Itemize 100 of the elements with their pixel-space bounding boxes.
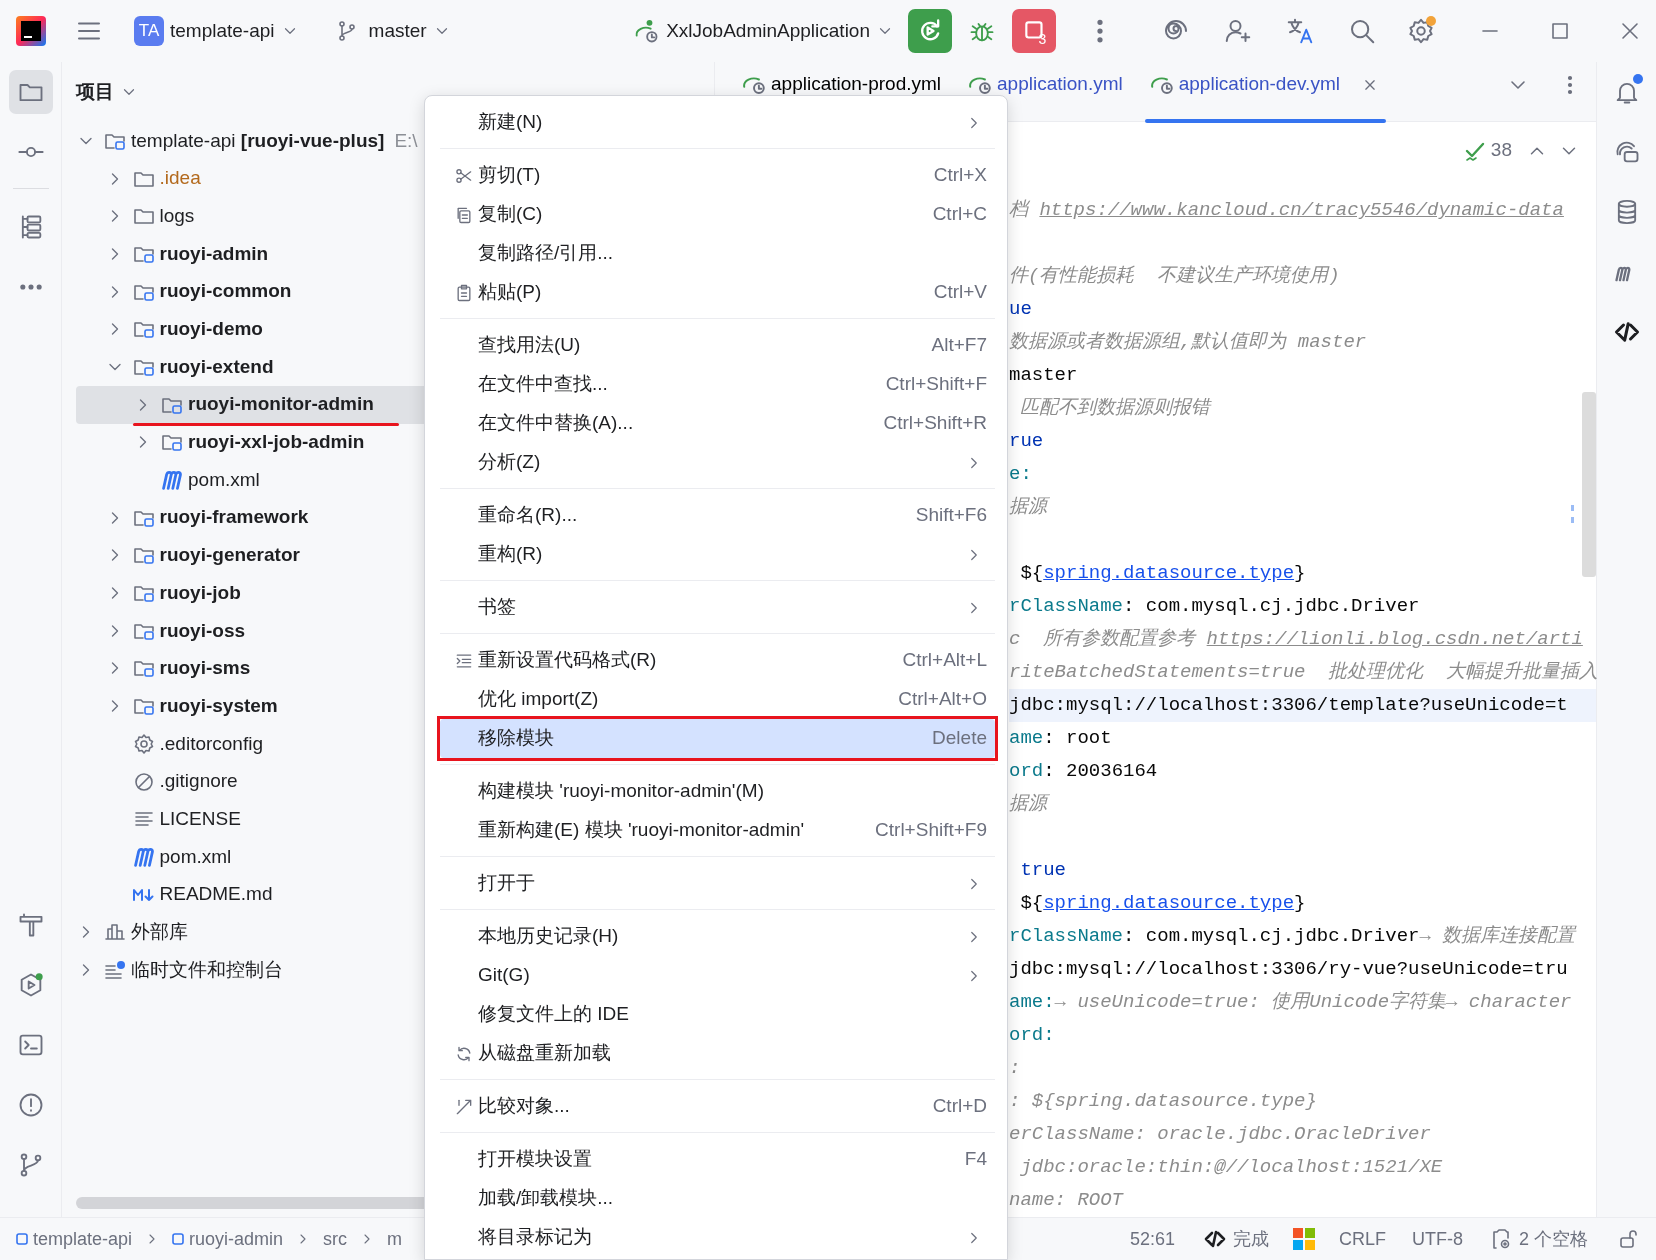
menu-item[interactable]: 修复文件上的 IDE	[440, 995, 995, 1034]
line-ending[interactable]: CRLF	[1334, 1225, 1390, 1253]
project-selector[interactable]: TA template-api	[126, 10, 307, 52]
menu-item[interactable]: 分析(Z)	[440, 443, 995, 482]
indent-setting[interactable]: 2 个空格	[1485, 1225, 1592, 1253]
code-key: ord:	[1009, 1021, 1055, 1050]
maven-icon	[133, 846, 154, 867]
code-key: rClassName	[1009, 592, 1124, 621]
code-text: : 20036164	[1043, 759, 1158, 785]
code-key: rClassName	[1009, 922, 1124, 951]
tree-item-label: logs	[159, 203, 195, 228]
shortcut-text: Ctrl+C	[932, 202, 987, 227]
menu-item[interactable]: 粘贴(P) Ctrl+V	[440, 273, 995, 312]
rerun-button[interactable]	[908, 9, 952, 53]
settings-icon[interactable]	[1406, 16, 1436, 46]
tree-item-label: README.md	[159, 882, 273, 907]
menu-item[interactable]: 书签	[440, 588, 995, 627]
code-key: e:	[1009, 460, 1032, 489]
shortcut-text: Ctrl+Shift+F	[885, 372, 987, 397]
code-text: }	[1294, 561, 1306, 587]
code-comment: → useUnicode=true: 使用Unicode字符集→ character	[1054, 990, 1572, 1016]
tree-item-label: 临时文件和控制台	[131, 957, 283, 982]
tree-item-label: 外部库	[131, 920, 188, 945]
menu-item[interactable]: 打开模块设置 F4	[440, 1140, 995, 1179]
menu-item[interactable]: 将目录标记为	[440, 1218, 995, 1257]
file-encoding[interactable]: UTF-8	[1408, 1225, 1467, 1253]
code-comment: 档	[1009, 198, 1031, 224]
code-text: : root	[1043, 726, 1112, 752]
run-configuration-selector[interactable]: XxlJobAdminApplication	[624, 10, 902, 52]
tree-item-label: ruoyi-monitor-admin	[188, 392, 374, 417]
tree-item-label: template-api [ruoyi-vue-plus]	[131, 128, 385, 153]
menu-item[interactable]: 优化 import(Z) Ctrl+Alt+O	[440, 680, 995, 719]
menu-item[interactable]: 加载/卸载模块...	[440, 1179, 995, 1218]
tree-item-label: ruoyi-job	[159, 580, 241, 605]
menu-item[interactable]: 从磁盘重新加载	[440, 1034, 995, 1073]
code-text: master	[1009, 363, 1078, 389]
tree-item-label: ruoyi-generator	[159, 543, 300, 568]
menu-item[interactable]: 重命名(R)... Shift+F6	[440, 496, 995, 535]
module-icon	[16, 1233, 28, 1245]
shortcut-text: Delete	[932, 726, 987, 751]
ai-status[interactable]: 完成	[1198, 1225, 1273, 1253]
code-key: ame	[1009, 724, 1044, 753]
menu-item[interactable]: 构建模块 'ruoyi-monitor-admin'(M)	[440, 772, 995, 811]
breadcrumb[interactable]: ruoyi-admin	[172, 1225, 284, 1253]
code-key: ord	[1009, 757, 1044, 786]
shortcut-text: Ctrl+X	[933, 163, 987, 188]
menu-item[interactable]: 打开于	[440, 864, 995, 903]
tree-item-label: pom.xml	[159, 844, 232, 869]
code-comment: → 数据库连接配置	[1419, 924, 1576, 950]
menu-item[interactable]: 重构(R)	[440, 535, 995, 574]
menu-item[interactable]: 重新构建(E) 模块 'ruoyi-monitor-admin' Ctrl+Shift+F9	[440, 811, 995, 850]
menu-item[interactable]: 复制路径/引用...	[440, 234, 995, 273]
shortcut-text: Ctrl+V	[933, 280, 987, 305]
code-reference[interactable]: spring.datasource.type	[1043, 889, 1295, 918]
code-comment: : ${spring.datasource.type}	[1009, 1089, 1317, 1115]
code-reference[interactable]: spring.datasource.type	[1043, 559, 1295, 588]
tree-item-label: ruoyi-system	[159, 693, 278, 718]
code-text: : com.mysql.cj.jdbc.Driver	[1123, 924, 1420, 950]
stop-button[interactable]: 3	[1012, 9, 1056, 53]
problem-count[interactable]: 38	[1490, 136, 1512, 165]
tree-item-label: ruoyi-admin	[159, 241, 269, 266]
tree-item-label: ruoyi-sms	[159, 656, 251, 681]
breadcrumb[interactable]: template-api	[16, 1225, 133, 1253]
breadcrumb[interactable]: m	[387, 1225, 403, 1253]
menu-item[interactable]: 剪切(T) Ctrl+X	[440, 156, 995, 195]
tree-item-label: ruoyi-oss	[159, 618, 246, 643]
tree-item-label: LICENSE	[159, 806, 241, 831]
tree-item-label: ruoyi-xxl-job-admin	[188, 430, 365, 455]
menu-item[interactable]: 移除模块 Delete	[440, 719, 995, 758]
code-keyword: rue	[1009, 429, 1044, 455]
shortcut-text: Ctrl+Shift+F9	[875, 818, 987, 843]
project-tool-icon[interactable]	[8, 70, 53, 114]
code-comment: :	[1009, 1056, 1021, 1082]
menu-item[interactable]: 复制(C) Ctrl+C	[440, 195, 995, 234]
maven-icon	[162, 470, 182, 491]
code-comment: erClassName: oracle.jdbc.OracleDriver	[1009, 1122, 1431, 1148]
menu-item[interactable]: Git(G)	[440, 956, 995, 995]
menu-item[interactable]: 比较对象... Ctrl+D	[440, 1087, 995, 1126]
project-path: E:\	[394, 128, 418, 153]
vertical-scrollbar[interactable]	[1582, 392, 1596, 577]
branch-selector[interactable]: master	[326, 10, 459, 52]
tree-item-label: .gitignore	[159, 769, 238, 794]
tree-item-label: pom.xml	[188, 467, 260, 492]
windows-logo-icon[interactable]	[1292, 1228, 1315, 1250]
breadcrumb[interactable]: src	[323, 1225, 348, 1253]
tree-item-label: ruoyi-demo	[159, 317, 263, 342]
shortcut-text: F4	[964, 1147, 987, 1172]
code-comment: 匹配不到数据源则报错	[1019, 396, 1211, 422]
app-logo-icon[interactable]	[16, 16, 46, 46]
menu-item[interactable]: 查找用法(U) Alt+F7	[440, 326, 995, 365]
tree-item-label: .editorconfig	[159, 731, 263, 756]
project-view-selector[interactable]: 项目	[76, 71, 146, 113]
code-text: ${	[1019, 891, 1044, 917]
caret-position[interactable]: 52:61	[1125, 1225, 1179, 1253]
menu-item[interactable]: 重新设置代码格式(R) Ctrl+Alt+L	[440, 641, 995, 680]
code-comment: name: ROOT	[1009, 1188, 1124, 1214]
menu-item[interactable]: 本地历史记录(H)	[440, 917, 995, 956]
tree-item-label: ruoyi-common	[159, 279, 292, 304]
shortcut-text: Ctrl+Shift+R	[883, 411, 987, 436]
code-comment: riteBatchedStatements=true 批处理优化 大幅提升批量插入	[1009, 660, 1599, 686]
